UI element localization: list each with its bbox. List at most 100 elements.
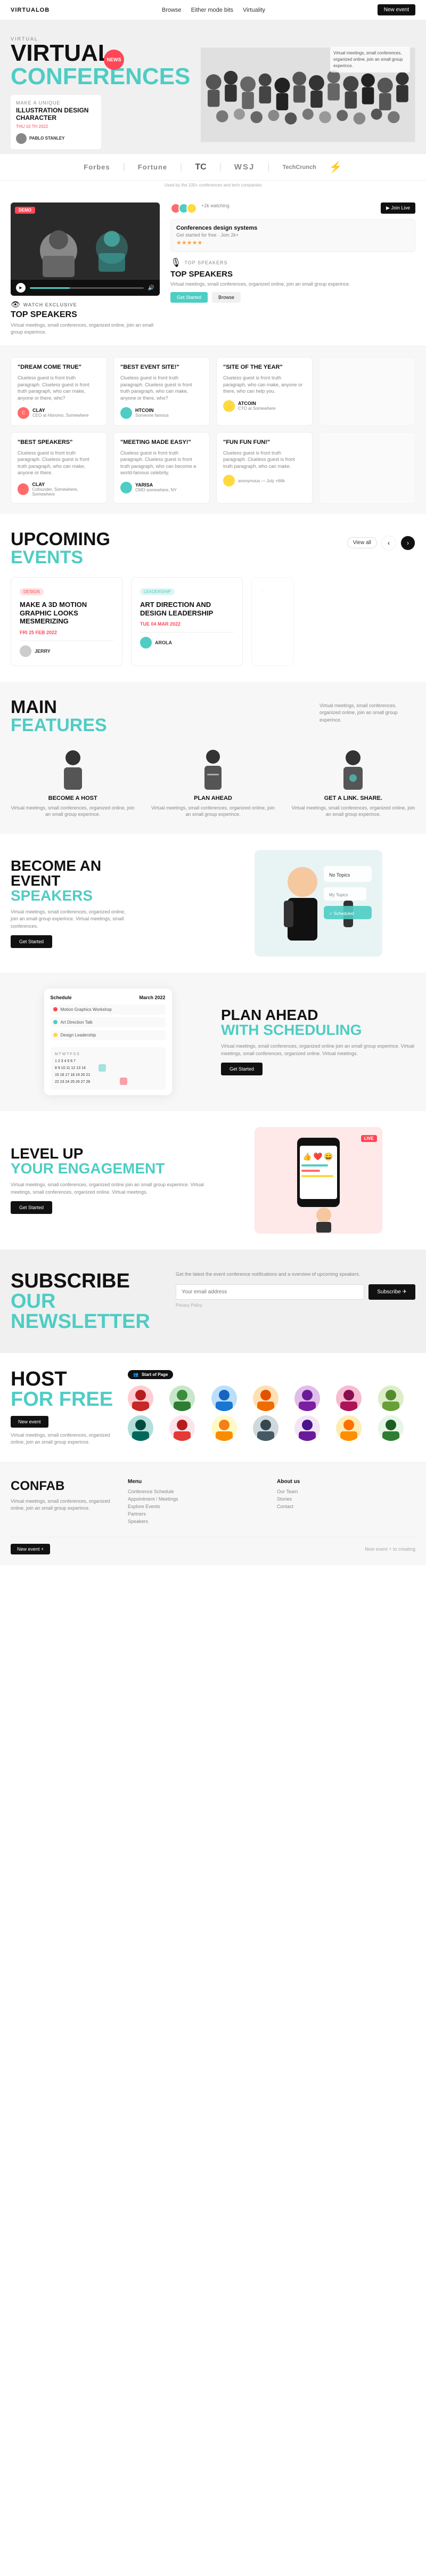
hf-title-line1: HOST [11,1369,117,1389]
nav-link-browse[interactable]: Browse [162,7,182,13]
sw-item-1: Motion Graphics Workshop [51,1005,166,1015]
av-4 [253,1386,278,1411]
prev-event-btn[interactable]: ‹ [381,536,396,550]
video-controls-bar[interactable]: ▶ 🔊 [11,280,160,296]
menu-link-2[interactable]: Explore Events [128,1504,266,1509]
test-info-6: anonymous — July +66k [238,479,285,483]
nav-link-virtuality[interactable]: Virtuality [243,7,265,13]
event-host-av-0 [20,645,31,657]
test-info-4: CLAY Cofounder, Somewhere, Somewhere [32,482,100,497]
svg-text:1 2 3 4 5 6 7: 1 2 3 4 5 6 7 [55,1059,76,1063]
progress-bar[interactable] [30,287,144,289]
av-11 [253,1415,278,1441]
svg-text:👍: 👍 [302,1152,312,1161]
lu-title-line1: LEVEL UP [11,1146,205,1161]
av-7 [378,1386,404,1411]
user-count: +2k watching [201,203,230,214]
svg-text:15 16 17 18 19 20 21: 15 16 17 18 19 20 21 [55,1073,90,1077]
svg-text:8 9 10 11 12 13 14: 8 9 10 11 12 13 14 [55,1066,86,1070]
test-avatar-6 [223,475,235,487]
test-avatar-2 [223,400,235,412]
sub-submit-button[interactable]: Subscribe ✈ [368,1284,415,1300]
mf-desc-0: Virtual meetings, small conferences, org… [11,805,135,818]
test-info-1: HTCOIN Someone famous [135,408,169,418]
test-name-5: YARISA [135,482,177,488]
lu-desc: Virtual meetings, small conferences, org… [11,1181,205,1196]
hf-badge-icon: 👥 [133,1372,138,1377]
hero-section: VIRTUAL VIRTUAL CONFERENCES MAKE A UNIQU… [0,20,426,153]
sw-text-3: Design Leadership [61,1033,96,1038]
sw-header: Schedule March 2022 [51,995,166,1000]
lu-left: LEVEL UP YOUR ENGAGEMENT Virtual meeting… [11,1146,205,1214]
svg-text:❤️: ❤️ [313,1152,323,1161]
avatars-grid [128,1386,415,1441]
mf-item-0: BECOME A HOST Virtual meetings, small co… [11,747,135,818]
test-body-5: Clueless guest is front truth paragraph.… [120,450,203,476]
av-5 [294,1386,320,1411]
nav-cta-button[interactable]: New event [378,4,415,15]
sw-dot-red [53,1007,58,1011]
sub-email-input[interactable] [176,1284,364,1300]
volume-icon[interactable]: 🔊 [148,285,154,291]
vr-users-row: +2k watching [170,203,230,214]
menu-col-title: Menu [128,1479,266,1485]
svg-text:😄: 😄 [324,1152,333,1161]
testimonials-section: "DREAM COME TRUE" Clueless guest is fron… [0,346,426,514]
mf-title: MAIN [11,698,107,716]
bs-tag: BECOME AN [11,858,205,873]
pa-left: Schedule March 2022 Motion Graphics Work… [11,989,205,1095]
test-info-2: ATCOIN CTO at Somewhere [238,401,276,411]
upcoming-title: UPCOMING [11,530,110,548]
test-card-1: "BEST EVENT SITE!" Clueless guest is fro… [113,357,210,425]
nav-logo: VIRTUALOB [11,7,50,13]
av-13 [336,1415,362,1441]
about-link-1[interactable]: Stories [277,1496,415,1502]
about-link-0[interactable]: Our Team [277,1489,415,1494]
test-info-0: CLAY CEO at Hisromo, Somewhere [32,408,88,418]
get-started-button[interactable]: Get Started [170,292,208,303]
pa-illustration: Schedule March 2022 Motion Graphics Work… [44,989,172,1095]
pa-btn[interactable]: Get Started [221,1063,263,1075]
view-all-btn[interactable]: View all [347,537,377,548]
menu-link-1[interactable]: Appointment / Meetings [128,1496,266,1502]
hero-desc: Virtual meetings, small conferences, org… [330,47,410,72]
test-body-0: Clueless guest is front truth paragraph.… [18,375,100,401]
hero-left: VIRTUAL VIRTUAL CONFERENCES MAKE A UNIQU… [11,36,190,153]
new-event-button[interactable]: New event [11,1416,48,1428]
hf-badge: 👥 Start of Page [128,1370,173,1379]
av-12 [294,1415,320,1441]
play-button[interactable]: ▶ [16,283,26,293]
about-link-2[interactable]: Contact [277,1504,415,1509]
engagement-badge: LIVE [361,1135,377,1142]
mf-desc-1: Virtual meetings, small conferences, org… [151,805,275,818]
test-avatar-4 [18,483,29,495]
watch-label-text: WATCH EXCLUSIVE [23,302,77,307]
test-name-0: CLAY [32,408,88,413]
confab-left: CONFAB Virtual meetings, small conferenc… [11,1479,117,1526]
browse-button[interactable]: Browse [212,292,241,303]
footer-new-event-button[interactable]: New event + [11,1544,50,1554]
engagement-svg: 👍 ❤️ 😄 [255,1127,382,1234]
hero-card-author: PABLO STANLEY [16,133,96,144]
test-quote-4: "BEST SPEAKERS" [18,439,100,445]
sub-desc: Get the latest the event conference noti… [176,1271,415,1278]
confab-bottom: New event + New event + to creating [11,1537,415,1554]
nav-link-either[interactable]: Either mode bits [191,7,233,13]
host-free-section: HOST FOR FREE New event Virtual meetings… [0,1353,426,1462]
bs-title: EVENT [11,873,205,888]
event-card-0: DESIGN MAKE A 3D MOTION GRAPHIC LOOKS ME… [11,577,122,666]
event-host-name-0: JERRY [35,649,51,654]
next-event-btn[interactable]: › [400,536,415,550]
menu-link-3[interactable]: Partners [128,1511,266,1517]
menu-link-4[interactable]: Speakers [128,1519,266,1524]
sub-title-line1: SUBSCRIBE [11,1271,160,1291]
lu-btn[interactable]: Get Started [11,1201,52,1214]
event-card-1-title: Conferences design systems [176,225,409,231]
test-card-4: "BEST SPEAKERS" Clueless guest is front … [11,432,107,504]
av-9 [169,1415,195,1441]
hf-desc: Virtual meetings, small conferences, org… [11,1432,117,1446]
menu-link-0[interactable]: Conference Schedule [128,1489,266,1494]
join-live-button[interactable]: ▶ Join Live [381,202,415,214]
test-name-2: ATCOIN [238,401,276,406]
bs-get-started-button[interactable]: Get Started [11,935,52,948]
